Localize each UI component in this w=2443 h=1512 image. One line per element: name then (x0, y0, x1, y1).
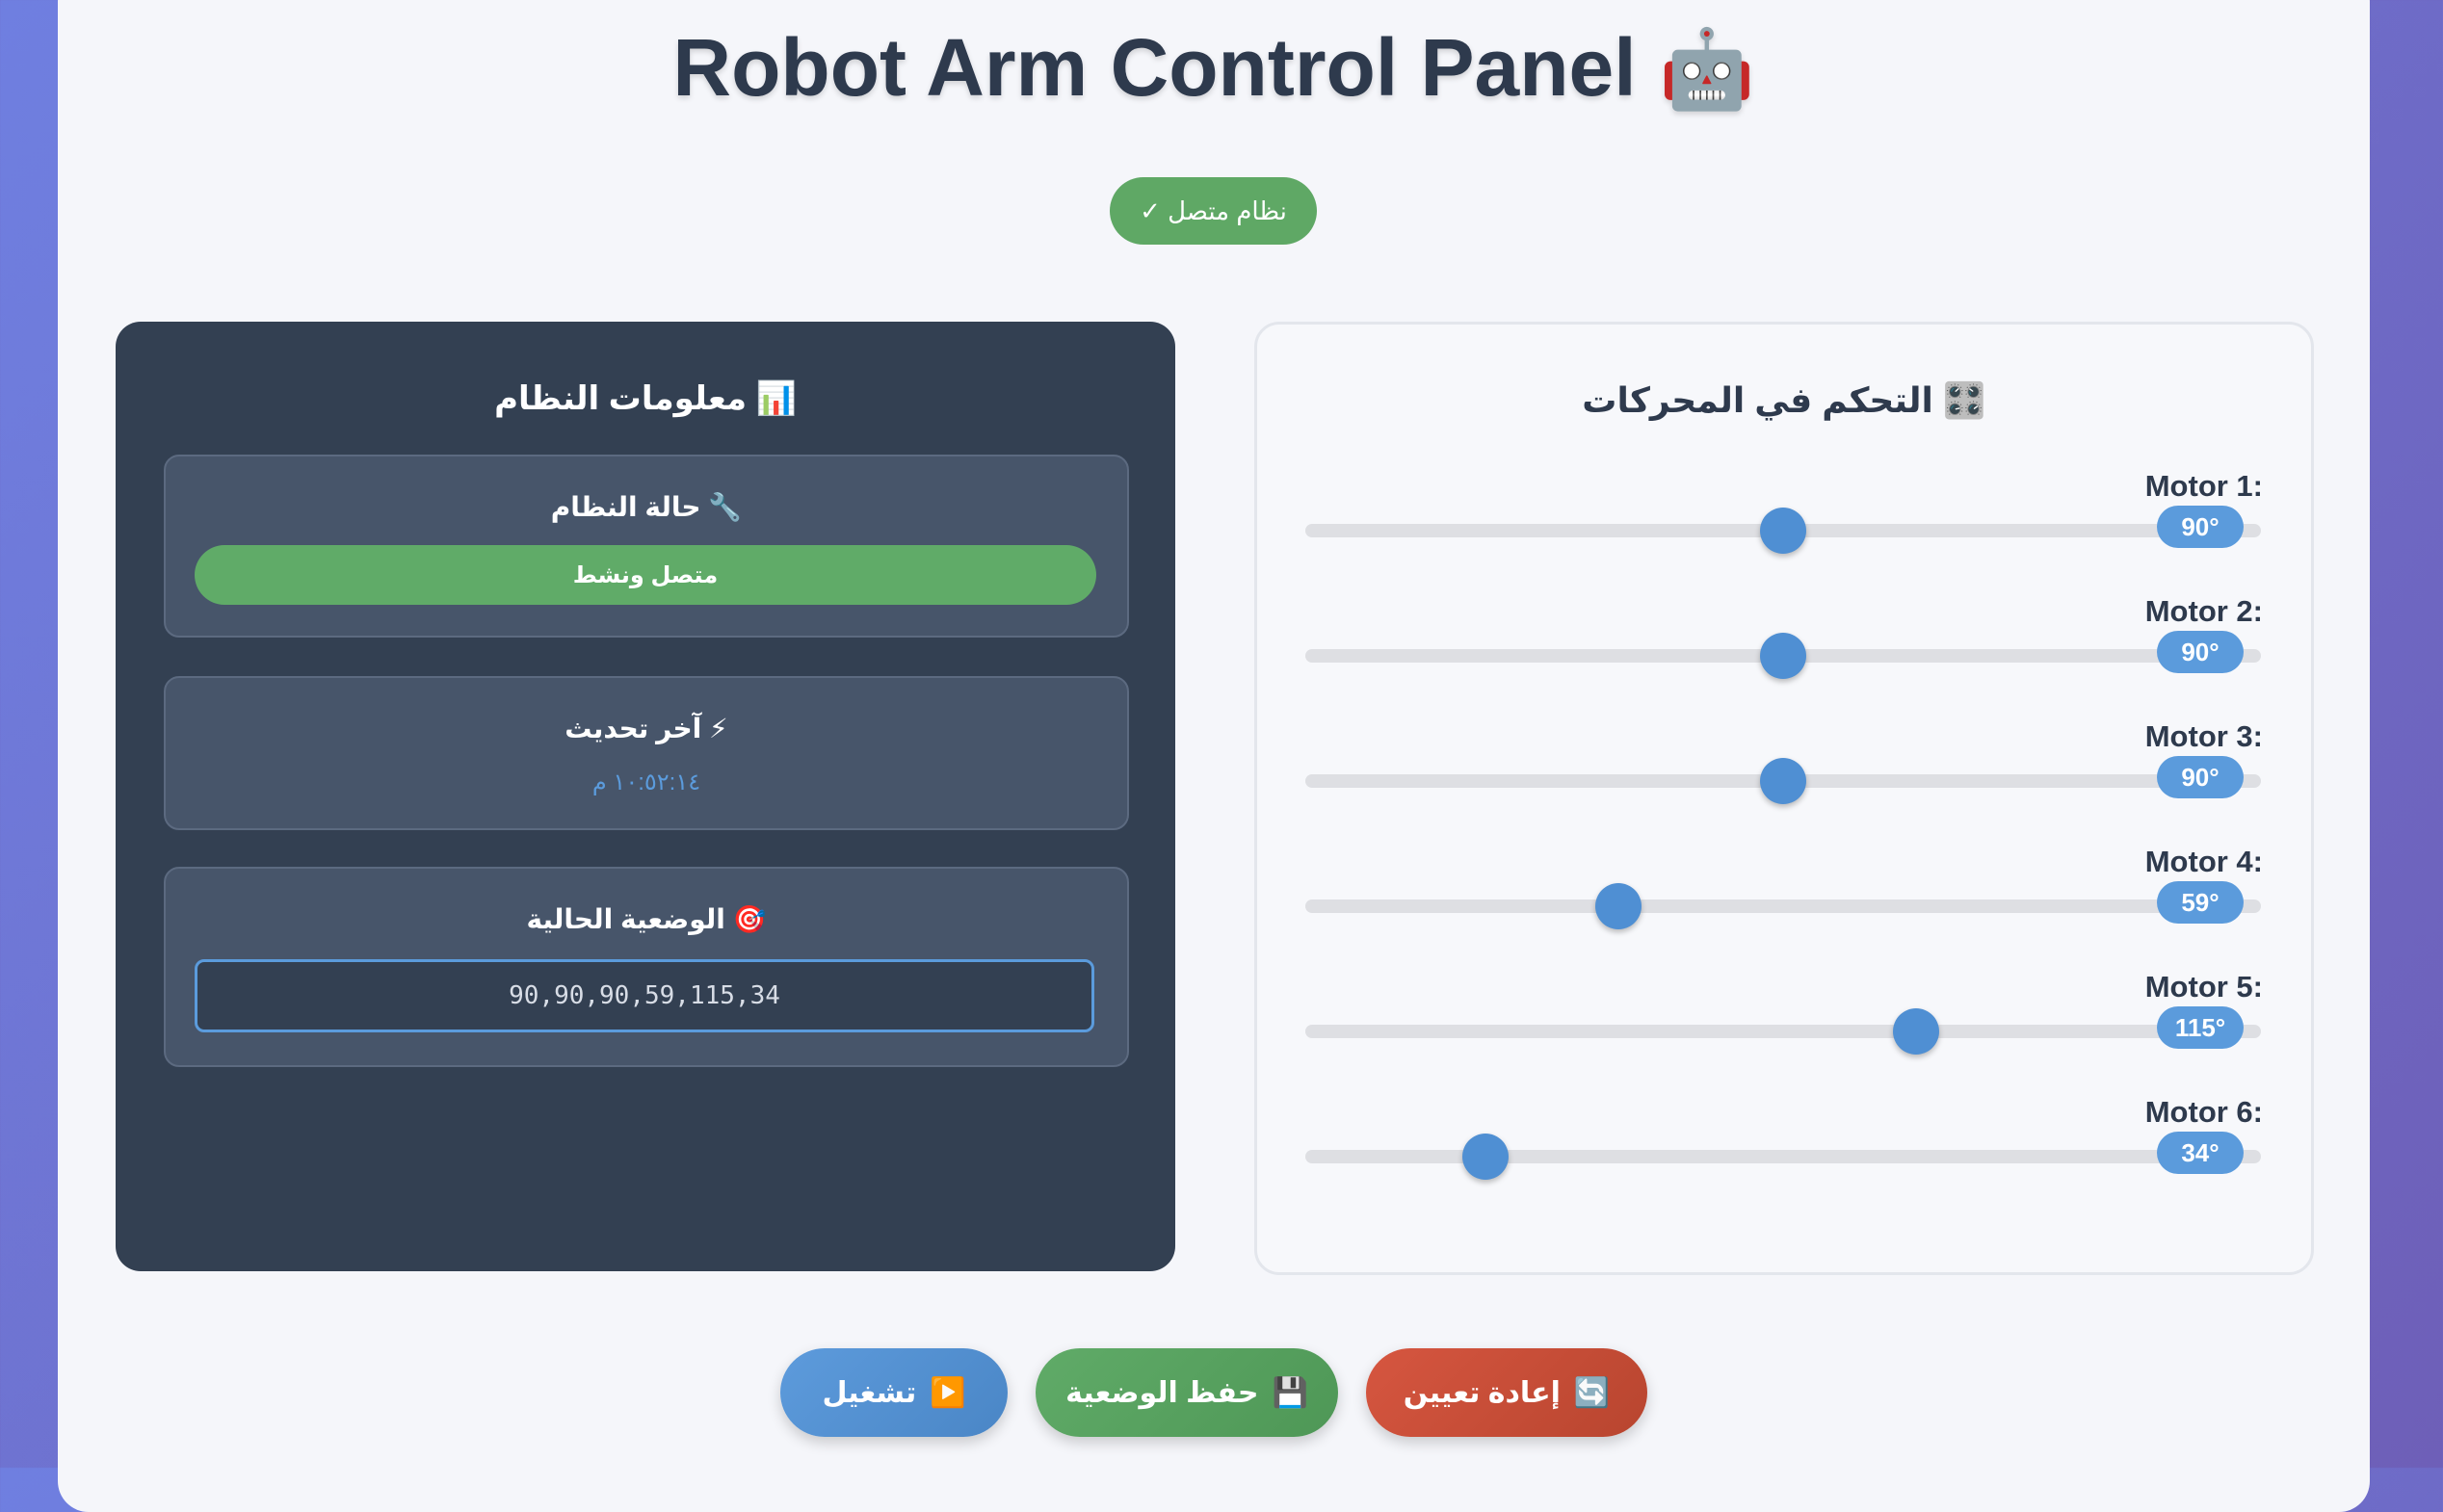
system-status-value: متصل ونشط (195, 545, 1096, 605)
motor-3-label: Motor 3: (2144, 719, 2263, 753)
motor-control-panel: 🎛️ التحكم في المحركات Motor 1: 90° Motor… (1254, 322, 2314, 1275)
motor-2-slider-thumb[interactable] (1760, 633, 1806, 679)
motor-6-value-badge: 34° (2157, 1132, 2244, 1174)
current-position-box: 🎯 الوضعية الحالية 90,90,90,59,115,34 (164, 867, 1129, 1067)
motor-1-slider-thumb[interactable] (1760, 508, 1806, 554)
motor-4-slider-track[interactable] (1305, 899, 2261, 913)
motor-1-label: Motor 1: (2144, 469, 2263, 503)
motor-1-value-badge: 90° (2157, 506, 2244, 548)
motor-6-slider-track[interactable] (1305, 1150, 2261, 1163)
last-update-time: ١٠:٥٢:١٤ م (591, 769, 701, 795)
motor-5-slider-thumb[interactable] (1892, 1008, 1939, 1055)
motor-row-5: Motor 5: 115° (1257, 970, 2311, 1085)
motor-row-1: Motor 1: 90° (1257, 469, 2311, 585)
system-status-box: 🔧 حالة النظام متصل ونشط (164, 455, 1129, 638)
page-title: Robot Arm Control Panel 🤖 (58, 21, 2370, 115)
motor-5-label: Motor 5: (2144, 970, 2263, 1004)
motor-2-label: Motor 2: (2144, 594, 2263, 628)
page-title-text: Robot Arm Control Panel (672, 22, 1637, 113)
current-position-field[interactable]: 90,90,90,59,115,34 (195, 959, 1094, 1032)
last-update-title: ⚡ آخر تحديث (565, 714, 728, 743)
system-info-title: 📊 معلومات النظام (494, 380, 797, 417)
run-button-label: تشغيل (822, 1376, 917, 1409)
save-position-button-label: حفظ الوضعية (1065, 1376, 1259, 1409)
motor-4-slider-thumb[interactable] (1595, 883, 1642, 929)
system-info-panel: 📊 معلومات النظام 🔧 حالة النظام متصل ونشط… (116, 322, 1175, 1271)
motor-6-slider-thumb[interactable] (1462, 1134, 1510, 1180)
play-icon: ▶️ (930, 1376, 966, 1409)
floppy-disk-icon: 💾 (1272, 1376, 1308, 1409)
motor-row-3: Motor 3: 90° (1257, 719, 2311, 835)
reset-button[interactable]: 🔄 إعادة تعيين (1366, 1348, 1647, 1437)
save-position-button[interactable]: 💾 حفظ الوضعية (1036, 1348, 1338, 1437)
motor-row-2: Motor 2: 90° (1257, 594, 2311, 710)
motor-3-value-badge: 90° (2157, 756, 2244, 798)
run-button[interactable]: ▶️ تشغيل (780, 1348, 1008, 1437)
connection-status-badge: نظام متصل ✓ (1110, 177, 1317, 245)
motor-control-title: 🎛️ التحكم في المحركات (1582, 380, 1986, 420)
last-update-box: ⚡ آخر تحديث ١٠:٥٢:١٤ م (164, 676, 1129, 830)
motor-3-slider-thumb[interactable] (1760, 758, 1806, 804)
current-position-title: 🎯 الوضعية الحالية (526, 904, 767, 934)
motor-row-6: Motor 6: 34° (1257, 1095, 2311, 1211)
motor-2-value-badge: 90° (2157, 631, 2244, 673)
motor-row-4: Motor 4: 59° (1257, 845, 2311, 960)
reset-button-label: إعادة تعيين (1403, 1376, 1561, 1409)
motor-4-value-badge: 59° (2157, 881, 2244, 924)
motor-5-value-badge: 115° (2157, 1006, 2244, 1049)
motor-6-label: Motor 6: (2144, 1095, 2263, 1129)
motor-5-slider-track[interactable] (1305, 1025, 2261, 1038)
motor-4-label: Motor 4: (2144, 845, 2263, 878)
system-status-title: 🔧 حالة النظام (550, 492, 743, 522)
robot-icon: 🤖 (1658, 26, 1755, 112)
refresh-icon: 🔄 (1573, 1376, 1611, 1409)
